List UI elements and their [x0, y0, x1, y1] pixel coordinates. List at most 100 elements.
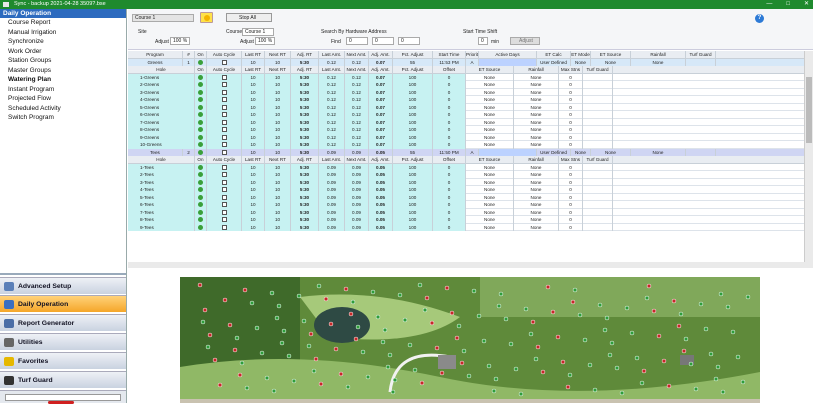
hole-row[interactable]: 8-Greens 10 10 5:30 0.12 0.12 0.07 100 0 None None…	[128, 126, 804, 134]
hole-cell[interactable]: 10	[265, 216, 291, 224]
sidebar-item-course-report[interactable]: Course Report	[0, 18, 126, 28]
hole-cell[interactable]: 5:30	[291, 171, 319, 179]
hole-cell[interactable]: 0.09	[319, 201, 345, 209]
column-header[interactable]: Turf Guard	[583, 156, 613, 164]
column-header[interactable]: Last RT	[242, 66, 265, 74]
hole-cell[interactable]: None	[466, 178, 514, 186]
hole-cell[interactable]: 5:30	[291, 81, 319, 89]
on-status-icon[interactable]	[198, 142, 203, 147]
hole-cell[interactable]	[583, 208, 613, 216]
hole-cell[interactable]: 5:30	[291, 216, 319, 224]
hole-cell[interactable]: 5:30	[291, 103, 319, 111]
hole-cell[interactable]: 0	[559, 133, 583, 141]
hole-cell[interactable]: 0	[433, 81, 466, 89]
program-cell[interactable]: Greens	[128, 58, 183, 66]
hole-cell[interactable]: 0.09	[319, 216, 345, 224]
column-header[interactable]: Adj. Amt.	[369, 66, 393, 74]
hole-cell[interactable]: 10	[265, 171, 291, 179]
program-cell[interactable]: 10	[265, 148, 291, 156]
program-cell[interactable]	[686, 148, 716, 156]
stop-all-button[interactable]: Stop All	[226, 13, 272, 22]
sidebar-item-synchronize[interactable]: Synchronize	[0, 37, 126, 47]
find-field-1[interactable]: 0	[346, 37, 368, 45]
hole-cell[interactable]: None	[466, 201, 514, 209]
hole-cell[interactable]: 0.05	[369, 216, 393, 224]
program-cell[interactable]: User Defined	[537, 148, 571, 156]
hole-cell[interactable]: 0.12	[319, 141, 345, 149]
column-header[interactable]: Next RT	[265, 66, 291, 74]
minimize-button[interactable]: —	[766, 0, 772, 9]
hole-row[interactable]: 7-Greens 10 10 5:30 0.12 0.12 0.07 100 0 None None…	[128, 118, 804, 126]
hole-cell[interactable]: None	[514, 223, 559, 231]
hole-cell[interactable]: 5:30	[291, 141, 319, 149]
maximize-button[interactable]: □	[786, 0, 790, 9]
on-status-icon[interactable]	[198, 97, 203, 102]
hole-cell[interactable]: 9-Tees	[128, 223, 195, 231]
hole-cell[interactable]: 100	[393, 223, 433, 231]
hole-cell[interactable]	[583, 96, 613, 104]
column-header[interactable]: Turf Guard	[686, 51, 716, 59]
hole-cell[interactable]: None	[514, 193, 559, 201]
program-cell[interactable]: 0.09	[345, 148, 369, 156]
hole-cell[interactable]	[195, 201, 207, 209]
hole-cell[interactable]: 0	[433, 208, 466, 216]
column-header[interactable]: Start Time	[433, 51, 466, 59]
hole-cell[interactable]	[195, 103, 207, 111]
close-button[interactable]: ✕	[804, 0, 809, 9]
hole-cell[interactable]: 10	[242, 223, 265, 231]
program-cell[interactable]: 5:30	[291, 58, 319, 66]
hole-cell[interactable]: None	[466, 186, 514, 194]
sidebar-item-manual-irrigation[interactable]: Manual Irrigation	[0, 28, 126, 38]
program-cell[interactable]: User Defined	[537, 58, 571, 66]
hole-cell[interactable]: 0.12	[345, 133, 369, 141]
auto-cycle-checkbox[interactable]	[221, 134, 227, 140]
hole-cell[interactable]: 0	[433, 96, 466, 104]
hole-row[interactable]: 4-Greens 10 10 5:30 0.12 0.12 0.07 100 0 None None…	[128, 96, 804, 104]
hole-cell[interactable]	[207, 111, 242, 119]
find-field-3[interactable]: 0	[398, 37, 420, 45]
column-header[interactable]: Auto Cycle	[207, 51, 242, 59]
hole-row[interactable]: 2-Tees 10 10 5:30 0.09 0.09 0.05 100 0 None None 0	[128, 171, 804, 179]
hole-cell[interactable]	[195, 208, 207, 216]
hole-cell[interactable]: 10	[265, 163, 291, 171]
hole-row[interactable]: 3-Greens 10 10 5:30 0.12 0.12 0.07 100 0 None None…	[128, 88, 804, 96]
hole-cell[interactable]: 5:30	[291, 73, 319, 81]
on-status-icon[interactable]	[198, 224, 203, 230]
hole-cell[interactable]: 0.09	[345, 178, 369, 186]
hole-cell[interactable]: 5:30	[291, 111, 319, 119]
hole-cell[interactable]: 0.09	[319, 163, 345, 171]
column-header[interactable]: Adj. RT	[291, 66, 319, 74]
hole-cell[interactable]: None	[466, 223, 514, 231]
hole-cell[interactable]: 0.12	[319, 103, 345, 111]
column-header[interactable]: Offset	[433, 156, 466, 164]
hole-row[interactable]: 3-Tees 10 10 5:30 0.09 0.09 0.05 100 0 None None 0	[128, 178, 804, 186]
hole-cell[interactable]: 100	[393, 193, 433, 201]
hole-cell[interactable]	[583, 103, 613, 111]
column-header[interactable]: Last Amt.	[319, 51, 345, 59]
hole-cell[interactable]: 0.05	[369, 186, 393, 194]
hole-cell[interactable]: 0.12	[319, 96, 345, 104]
hole-row[interactable]: 6-Greens 10 10 5:30 0.12 0.12 0.07 100 0 None None…	[128, 111, 804, 119]
on-status-icon[interactable]	[198, 82, 203, 87]
hole-cell[interactable]	[207, 96, 242, 104]
column-header[interactable]: Rainfall	[631, 51, 686, 59]
hole-cell[interactable]: 10	[265, 141, 291, 149]
site-adjust-input[interactable]: 100 %	[170, 37, 190, 45]
on-status-icon[interactable]	[198, 112, 203, 117]
hole-cell[interactable]: 1-Greens	[128, 73, 195, 81]
hole-cell[interactable]: 5:30	[291, 118, 319, 126]
nav-turf-guard-button[interactable]: Turf Guard	[0, 371, 126, 388]
table-header-row[interactable]: Hole On Auto Cycle Last RT Next RT Adj. RT Las…	[128, 66, 804, 74]
hole-cell[interactable]: 0	[559, 201, 583, 209]
hole-cell[interactable]: 0	[433, 201, 466, 209]
hole-cell[interactable]	[207, 81, 242, 89]
hole-cell[interactable]: 0	[433, 223, 466, 231]
column-header[interactable]: Turf Guard	[583, 66, 613, 74]
hole-cell[interactable]: 0.05	[369, 201, 393, 209]
hole-cell[interactable]	[195, 126, 207, 134]
hole-cell[interactable]: 0	[559, 223, 583, 231]
column-header[interactable]: Auto Cycle	[207, 156, 242, 164]
hole-cell[interactable]: None	[466, 171, 514, 179]
column-header[interactable]: Next RT	[265, 156, 291, 164]
hole-cell[interactable]: 10	[242, 111, 265, 119]
